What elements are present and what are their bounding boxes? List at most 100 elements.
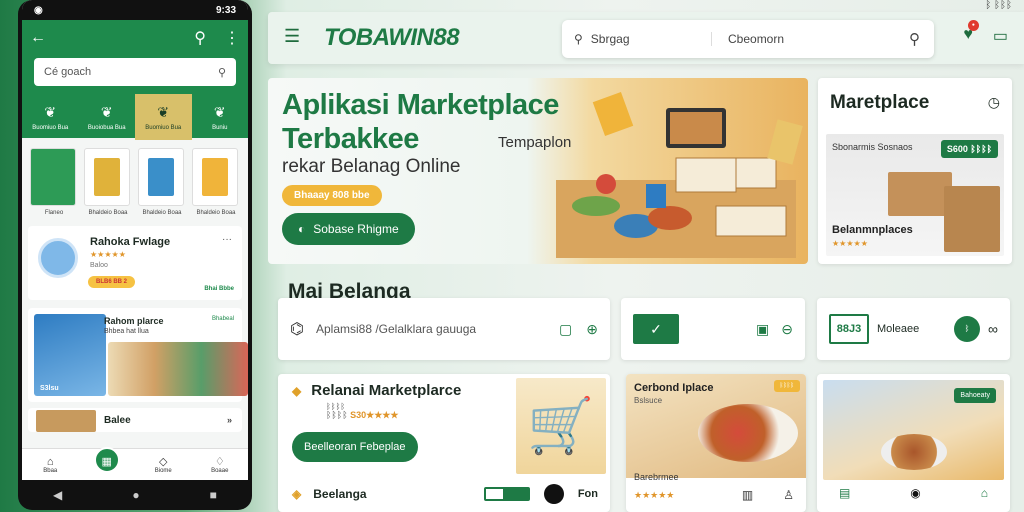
bell-icon: ♢ bbox=[214, 456, 225, 468]
hero-banner: Aplikasi Marketplace Terbakkee Tempaplon … bbox=[268, 78, 808, 264]
home-circle-icon[interactable]: ● bbox=[132, 488, 139, 502]
chat-icon: ⌬ bbox=[290, 321, 304, 338]
category-item-active[interactable]: ❦ Buomiuo Bua bbox=[135, 94, 192, 140]
product-item[interactable]: Flaneo bbox=[30, 148, 78, 216]
search-submit-icon[interactable]: ⚲ bbox=[909, 30, 934, 48]
category-item[interactable]: ❦ Buniu bbox=[192, 94, 249, 140]
card1-button[interactable]: Beelleoran Febeplae bbox=[292, 432, 418, 462]
home-icon[interactable]: ⌂ bbox=[981, 486, 988, 500]
category-row: ❦ Buomiuo Bua ❦ Buoiobua Bua ❦ Buomiuo Bua … bbox=[22, 94, 248, 140]
card1-price-value: S30★★★★ bbox=[350, 410, 399, 420]
category-label: Buomiuo Bua bbox=[32, 124, 69, 131]
marketplace-bottom-label: Belanmnplaces bbox=[832, 224, 913, 236]
promo-card[interactable]: Rahom plarce Bhabeal Bhbea hat llua S3ls… bbox=[28, 308, 248, 402]
record-icon[interactable] bbox=[543, 484, 564, 504]
notification-icon[interactable]: ♥ ● bbox=[963, 20, 979, 46]
product-item[interactable]: Bhaldeio Boaa bbox=[192, 148, 240, 216]
notification-dot: ● bbox=[967, 20, 979, 31]
search-left-text: Sbrgag bbox=[590, 32, 630, 46]
hero-pill[interactable]: Bhaaay 808 bbe bbox=[282, 185, 382, 206]
brand-logo[interactable]: TOBAWIN88 bbox=[324, 24, 460, 52]
record-icon[interactable]: ◉ bbox=[910, 486, 920, 500]
hero-cta-label: Sobase Rhigme bbox=[313, 222, 399, 236]
card1-footer: ◈ Beelanga Fon bbox=[292, 484, 598, 504]
store-rating: ★★★★★ bbox=[90, 250, 126, 259]
bag-icon: ◇ bbox=[159, 456, 168, 468]
marketplace-title: Maretplace bbox=[830, 92, 930, 113]
bottom-card[interactable]: Balee » bbox=[28, 408, 242, 432]
category-label: Buniu bbox=[212, 124, 228, 131]
grid-icon[interactable]: ▥ bbox=[742, 488, 753, 502]
top-bar: ☰ TOBAWIN88 ⚲ Sbrgag Cbeomorn ⚲ ♥ ● ▭ bbox=[268, 12, 1024, 64]
product-item[interactable]: Bhaldeio Boaa bbox=[138, 148, 186, 216]
hero-title-line2: Terbakkee bbox=[282, 123, 419, 155]
promo-price: S3lsu bbox=[40, 385, 59, 392]
bookmark-icon[interactable]: ▤ bbox=[839, 486, 850, 500]
bag-icon: ◈ bbox=[292, 487, 302, 501]
card1-price-prefix: ᛒᛒᛒᛒ bbox=[326, 410, 348, 420]
link-icon[interactable]: ⊖ bbox=[781, 321, 793, 338]
food-card-badge: ᛒᛒᛒᛒ bbox=[773, 380, 800, 392]
nav-item-bag[interactable]: ◇ Biome bbox=[143, 455, 183, 474]
promo-image bbox=[34, 314, 106, 396]
user-icon[interactable]: ♙ bbox=[783, 488, 794, 502]
hamburger-icon[interactable]: ☰ bbox=[284, 26, 300, 47]
search-icon: ⚲ bbox=[217, 66, 226, 79]
more-vert-icon[interactable]: ⋮ bbox=[224, 28, 240, 48]
back-arrow-icon[interactable]: ← bbox=[30, 29, 46, 47]
system-nav-bar: ◀ ● ■ bbox=[18, 480, 252, 510]
store-link[interactable]: Bhai Bbbe bbox=[204, 286, 234, 292]
search-icon[interactable]: ⚲ bbox=[194, 28, 206, 48]
bottom-card-more[interactable]: » bbox=[227, 415, 232, 425]
clock-icon[interactable]: ◷ bbox=[988, 94, 1000, 111]
bottom-card-image bbox=[36, 410, 96, 432]
back-triangle-icon[interactable]: ◀ bbox=[53, 488, 62, 502]
row-card-circle[interactable]: ᛒ bbox=[954, 316, 981, 342]
store-promo-card[interactable]: Bahoeaty ▤ ◉ ⌂ bbox=[817, 374, 1010, 512]
food-card-image: Cerbond Iplace Bslsuce ᛒᛒᛒᛒ bbox=[626, 374, 806, 478]
nav-item-store[interactable]: ▦ bbox=[87, 446, 127, 473]
chain-icon[interactable]: ∞ bbox=[988, 321, 998, 337]
product-item[interactable]: Bhaldeio Boaa bbox=[84, 148, 132, 216]
recents-square-icon[interactable]: ■ bbox=[210, 488, 217, 502]
grid-icon[interactable]: ⊕ bbox=[586, 321, 598, 338]
product-row: Flaneo Bhaldeio Boaa Bhaldeio Boaa Bhald… bbox=[22, 138, 248, 216]
row-card-first[interactable]: ⌬ Aplamsi88 /Gelalklara gauuga ▢ ⊕ bbox=[278, 298, 610, 360]
toggle-icon[interactable] bbox=[483, 487, 530, 501]
row-card-second[interactable]: ✓ ▣ ⊖ bbox=[621, 298, 805, 360]
product-thumb bbox=[138, 148, 184, 206]
category-item[interactable]: ❦ Buoiobua Bua bbox=[79, 94, 136, 140]
card1-title-text: Relanai Marketplarce bbox=[311, 382, 462, 399]
product-label: Bhaldeio Boaa bbox=[88, 210, 128, 216]
phone-icon[interactable]: ▢ bbox=[559, 321, 572, 338]
phone-search-input[interactable]: Cé goach ⚲ bbox=[34, 58, 236, 86]
nav-item-home[interactable]: ⌂ Bbaa bbox=[30, 456, 70, 474]
phone-mockup: ◉ 9:33 ← ⚲ ⋮ Cé goach ⚲ ❦ Buomiuo Bua ❦ Bu… bbox=[18, 0, 252, 510]
category-item[interactable]: ❦ Buomiuo Bua bbox=[22, 94, 79, 140]
nav-item-notif[interactable]: ♢ Boaae bbox=[200, 455, 240, 474]
hero-illustration bbox=[556, 91, 803, 258]
product-label: Flaneo bbox=[44, 210, 64, 216]
hero-title-line1: Aplikasi Marketplace bbox=[282, 89, 559, 121]
row-card-third[interactable]: 88J3 Moleaee ᛒ ∞ bbox=[817, 298, 1010, 360]
more-horiz-icon[interactable]: ··· bbox=[222, 234, 232, 245]
store-name: Rahoka Fwlage bbox=[90, 236, 171, 248]
card1-footer-n[interactable]: Fon bbox=[578, 488, 598, 500]
image-icon[interactable]: ▣ bbox=[756, 321, 769, 338]
marketplace-promo-card[interactable]: ◆ Relanai Marketplarce ᛒᛒᛒᛒ ᛒᛒᛒᛒ S30★★★★ … bbox=[278, 374, 610, 512]
marketplace-card[interactable]: Maretplace ◷ Sbonarmis Sosnaos S600 ᛒᛒᛒᛒ… bbox=[818, 78, 1012, 264]
menu-box-icon[interactable]: ▭ bbox=[993, 26, 1008, 46]
promo-subtitle: Bhbea hat llua bbox=[104, 328, 149, 335]
food-card-rating: ★★★★★ bbox=[634, 490, 675, 500]
tag-icon: ◆ bbox=[292, 383, 302, 398]
store-card[interactable]: Rahoka Fwlage ★★★★★ Baloo BLB6 BB 2 ··· … bbox=[28, 226, 242, 300]
food-card[interactable]: Cerbond Iplace Bslsuce ᛒᛒᛒᛒ Barebrmee ★★… bbox=[626, 374, 806, 512]
main-search-input[interactable]: ⚲ Sbrgag Cbeomorn ⚲ bbox=[562, 20, 934, 58]
card1-footer-label: Beelanga bbox=[313, 487, 367, 501]
food-card-icons: ▥ ♙ bbox=[742, 488, 794, 502]
home-icon: ⌂ bbox=[46, 455, 54, 468]
hero-subtitle: rekar Belanag Online bbox=[282, 156, 461, 177]
phone-header: ← ⚲ ⋮ Cé goach ⚲ ❦ Buomiuo Bua ❦ Buoiobua … bbox=[22, 20, 248, 140]
hero-cta-button[interactable]: ◐ Sobase Rhigme bbox=[282, 213, 415, 245]
row-card-badge: 88J3 bbox=[829, 314, 869, 344]
